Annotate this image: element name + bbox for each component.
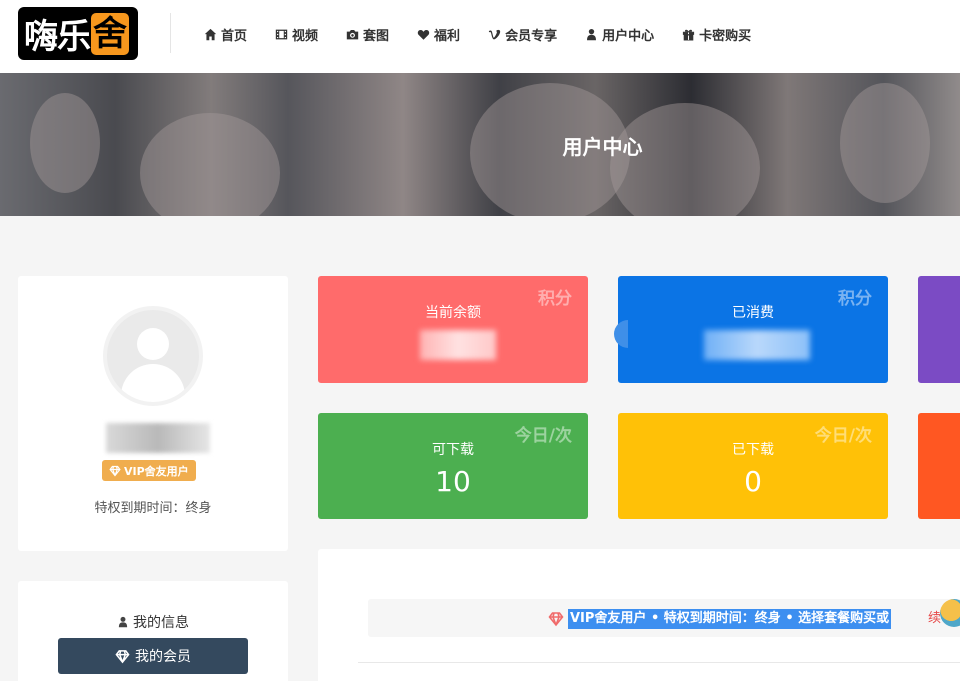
nav-item-vip[interactable]: 会员专享 xyxy=(487,24,557,44)
emoji-decoration xyxy=(940,599,960,627)
nav-label: 用户中心 xyxy=(602,28,655,44)
stat-label: 已消费 xyxy=(732,305,774,321)
logo-text: 嗨乐 xyxy=(24,17,91,57)
gift-icon xyxy=(681,27,695,41)
header-divider xyxy=(170,13,171,53)
site-header: 嗨乐舍 首页 视频 套图 福利 会员专享 用户中心 卡密购买 xyxy=(0,0,960,73)
my-info-link[interactable]: 我的信息 xyxy=(18,612,288,632)
notice-selected-text[interactable]: VIP舍友用户 • 特权到期时间：终身 • 选择套餐购买或 xyxy=(568,609,892,629)
nav-label: 会员专享 xyxy=(505,28,558,44)
stat-label: 已下载 xyxy=(732,442,774,458)
nav-label: 套图 xyxy=(363,28,390,44)
nav-item-home[interactable]: 首页 xyxy=(203,24,247,44)
scroll-handle[interactable] xyxy=(614,320,628,348)
nav-label: 首页 xyxy=(221,28,248,44)
stat-label: 当前余额 xyxy=(425,305,481,321)
stat-value: 10 xyxy=(435,465,471,498)
vip-badge: VIP舍友用户 xyxy=(102,460,196,481)
nav-label: 视频 xyxy=(292,28,319,44)
site-logo[interactable]: 嗨乐舍 xyxy=(18,7,138,60)
nav-item-card-purchase[interactable]: 卡密购买 xyxy=(681,24,751,44)
nav-item-user-center[interactable]: 用户中心 xyxy=(584,24,654,44)
nav-label: 卡密购买 xyxy=(699,28,752,44)
diamond-icon xyxy=(109,465,121,476)
stat-value: 0 xyxy=(744,465,762,498)
main-nav: 首页 视频 套图 福利 会员专享 用户中心 卡密购买 xyxy=(203,24,778,44)
stat-card-partial xyxy=(918,276,960,383)
user-icon xyxy=(584,27,598,41)
privilege-expire-text: 特权到期时间：终身 xyxy=(94,501,212,516)
page-title: 用户中心 xyxy=(562,135,643,159)
profile-card: VIP舍友用户 特权到期时间：终身 xyxy=(18,276,288,551)
heart-icon xyxy=(416,27,430,41)
stat-downloadable: 今日/次 可下载 10 xyxy=(318,413,588,519)
stat-consumed: 积分 已消费 xyxy=(618,276,888,383)
avatar-body xyxy=(121,364,185,402)
username-blurred xyxy=(106,423,210,453)
film-icon xyxy=(274,27,288,41)
stat-balance: 积分 当前余额 xyxy=(318,276,588,383)
divider xyxy=(358,662,960,663)
vimeo-v-icon xyxy=(487,27,501,41)
nav-item-welfare[interactable]: 福利 xyxy=(416,24,460,44)
user-menu-card: 我的信息 我的会员 xyxy=(18,581,288,681)
page-banner: 用户中心 xyxy=(0,73,960,216)
stat-label: 可下载 xyxy=(432,442,474,458)
home-icon xyxy=(203,27,217,41)
logo-highlight-text: 舍 xyxy=(91,12,129,55)
stat-value-blurred xyxy=(420,330,496,360)
diamond-icon xyxy=(115,649,130,663)
stat-value-blurred xyxy=(704,330,810,360)
avatar-head xyxy=(137,328,169,360)
user-icon xyxy=(118,616,128,628)
nav-label: 福利 xyxy=(434,28,461,44)
stat-downloaded: 今日/次 已下载 0 xyxy=(618,413,888,519)
diamond-icon xyxy=(548,612,564,627)
my-info-label: 我的信息 xyxy=(133,615,189,631)
banner-decoration xyxy=(140,113,280,216)
vip-badge-label: VIP舍友用户 xyxy=(124,464,189,478)
membership-notice: VIP舍友用户 • 特权到期时间：终身 • 选择套餐购买或 续 xyxy=(368,599,960,637)
nav-item-gallery[interactable]: 套图 xyxy=(345,24,389,44)
my-member-label: 我的会员 xyxy=(135,649,191,665)
main-content-panel: VIP舍友用户 • 特权到期时间：终身 • 选择套餐购买或 续 xyxy=(318,549,960,681)
my-member-button[interactable]: 我的会员 xyxy=(58,638,248,674)
nav-item-video[interactable]: 视频 xyxy=(274,24,318,44)
avatar[interactable] xyxy=(103,306,203,406)
stat-card-partial xyxy=(918,413,960,519)
camera-icon xyxy=(345,27,359,41)
